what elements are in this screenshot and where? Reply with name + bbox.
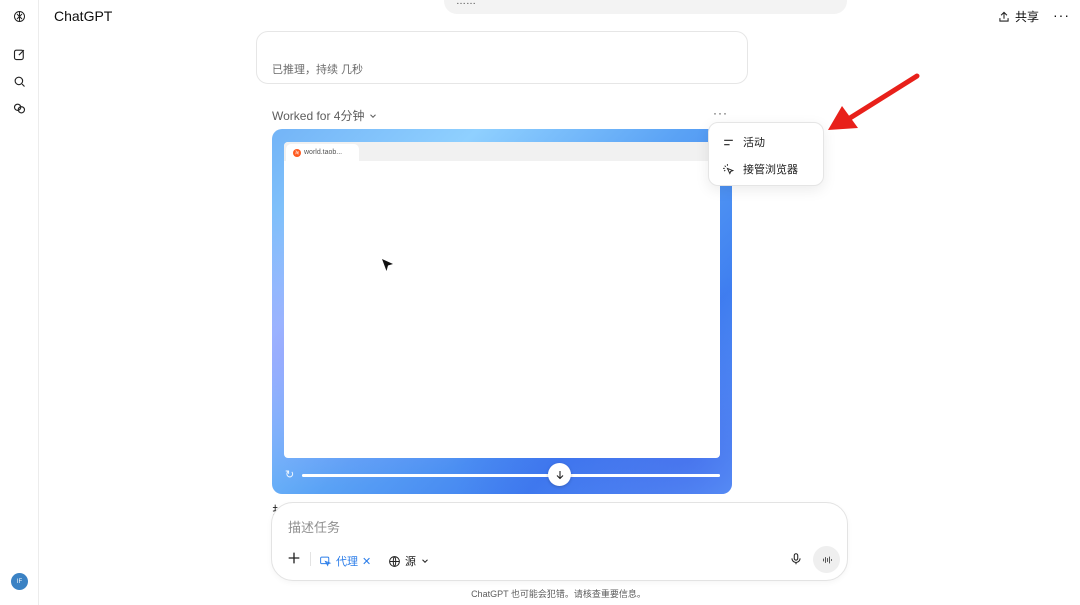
menu-item-take-over-browser[interactable]: 接管浏览器: [722, 161, 798, 177]
more-options-icon[interactable]: ···: [1053, 7, 1070, 23]
agent-mode-chip[interactable]: 代理 ✕: [319, 553, 371, 569]
share-icon: [999, 11, 1009, 22]
sources-label: 源: [405, 556, 416, 568]
menu-item-activity[interactable]: 活动: [722, 134, 765, 150]
click-cursor-icon: [723, 163, 735, 175]
mouse-cursor-icon: [382, 259, 393, 271]
sidebar-rail: IF: [0, 0, 39, 605]
task-input[interactable]: 描述任务: [288, 517, 340, 536]
worked-duration-toggle[interactable]: Worked for 4分钟: [272, 107, 378, 124]
browser-screen: 淘 world.taob...: [284, 142, 720, 458]
browser-tab-bar: 淘 world.taob...: [284, 142, 720, 161]
menu-item-take-over-label: 接管浏览器: [743, 164, 798, 176]
plus-icon[interactable]: [286, 550, 302, 566]
agent-mode-label: 代理: [336, 556, 358, 568]
gpts-icon[interactable]: [11, 100, 28, 117]
globe-icon: [389, 555, 400, 567]
remove-agent-icon[interactable]: ✕: [362, 555, 371, 568]
playback-progress-bar[interactable]: [302, 474, 720, 477]
waveform-icon: [822, 556, 832, 563]
reasoning-card[interactable]: 已推理，持续 几秒: [256, 31, 748, 84]
playback-progress-fill: [302, 474, 720, 477]
browser-tab[interactable]: 淘 world.taob...: [286, 144, 359, 161]
sources-dropdown[interactable]: 源: [388, 553, 430, 569]
app-window: IF ChatGPT 共享 ··· …… 已推理，持续 几秒 Worked fo…: [0, 0, 1080, 605]
search-icon[interactable]: [11, 73, 28, 90]
share-button[interactable]: 共享: [997, 8, 1039, 25]
lines-icon: [724, 139, 733, 145]
openai-logo-icon[interactable]: [11, 8, 28, 25]
worked-label: Worked for 4分钟: [272, 109, 365, 123]
taobao-favicon-icon: 淘: [293, 148, 301, 157]
chevron-down-icon: [370, 113, 377, 118]
red-annotation-arrow-icon: [828, 73, 920, 130]
arrow-down-icon: [556, 470, 563, 479]
user-message-bubble: ……: [444, 0, 847, 14]
menu-item-activity-label: 活动: [743, 137, 765, 149]
reasoning-text: 已推理，持续 几秒: [272, 64, 364, 76]
chevron-down-icon: [422, 559, 428, 563]
replay-icon[interactable]: ↻: [285, 469, 297, 481]
microphone-icon[interactable]: [789, 552, 803, 566]
new-chat-icon[interactable]: [11, 46, 28, 63]
agent-options-menu: 活动 接管浏览器: [708, 122, 824, 186]
composer: 描述任务 代理 ✕ 源: [271, 502, 848, 581]
voice-mode-button[interactable]: [813, 546, 840, 573]
share-label: 共享: [1015, 10, 1040, 24]
divider: [310, 552, 311, 566]
disclaimer-text: ChatGPT 也可能会犯错。请核查重要信息。: [471, 589, 646, 599]
agent-options-icon[interactable]: ···: [713, 106, 728, 120]
agent-browser-view: 淘 world.taob... ↻: [272, 129, 732, 494]
browser-tab-title: world.taob...: [304, 149, 343, 156]
scroll-down-button[interactable]: [548, 463, 571, 486]
user-message-text: ……: [456, 0, 476, 7]
app-title[interactable]: ChatGPT: [54, 8, 112, 24]
agent-cursor-icon: [320, 556, 332, 566]
